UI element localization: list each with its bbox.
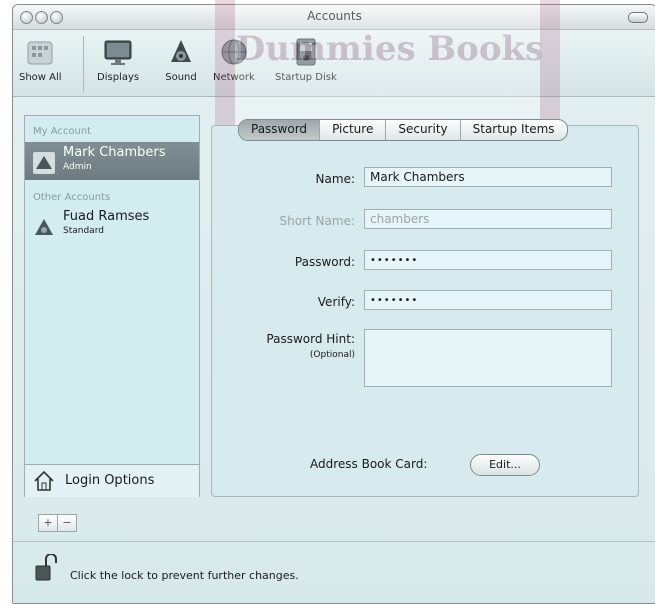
remove-account-button[interactable]: − bbox=[57, 514, 77, 532]
toolbar-separator bbox=[83, 36, 84, 92]
network-label: Network bbox=[213, 72, 255, 83]
account-fuad-ramses[interactable]: Fuad Ramses Standard bbox=[25, 206, 199, 244]
window-title: Accounts bbox=[307, 9, 362, 23]
tab-password[interactable]: Password bbox=[239, 120, 321, 140]
account-mark-chambers[interactable]: Mark Chambers Admin bbox=[25, 142, 199, 180]
short-name-field: chambers bbox=[364, 209, 612, 229]
add-account-button[interactable]: + bbox=[38, 514, 58, 532]
login-options-label: Login Options bbox=[65, 473, 155, 488]
user-picture-icon bbox=[33, 152, 55, 174]
footer-divider bbox=[12, 541, 655, 542]
verify-label: Verify: bbox=[317, 295, 355, 309]
toolbar-toggle-button[interactable] bbox=[628, 12, 648, 23]
lock-status-text: Click the lock to prevent further change… bbox=[70, 569, 299, 582]
name-label: Name: bbox=[315, 172, 355, 186]
account-role: Standard bbox=[63, 226, 104, 236]
password-hint-field[interactable] bbox=[364, 329, 612, 387]
show-all-button[interactable]: Show All bbox=[19, 36, 62, 83]
sound-label: Sound bbox=[165, 72, 197, 83]
house-icon bbox=[34, 470, 54, 491]
toolbar-network-button[interactable]: Network bbox=[213, 36, 255, 83]
show-all-icon bbox=[27, 41, 53, 65]
accounts-list: My Account Mark Chambers Admin Other Acc… bbox=[24, 115, 200, 497]
login-options-button[interactable]: Login Options bbox=[25, 464, 199, 497]
displays-label: Displays bbox=[97, 72, 140, 83]
address-book-card-label: Address Book Card: bbox=[310, 457, 428, 471]
title-bar: Accounts bbox=[13, 5, 655, 30]
other-accounts-header: Other Accounts bbox=[33, 192, 111, 203]
account-name: Mark Chambers bbox=[63, 145, 166, 160]
speaker-icon bbox=[171, 40, 191, 62]
toolbar-displays-button[interactable]: Displays bbox=[97, 36, 139, 83]
my-account-header: My Account bbox=[33, 126, 92, 137]
show-all-label: Show All bbox=[19, 72, 62, 83]
account-name: Fuad Ramses bbox=[63, 209, 150, 224]
password-field[interactable]: ••••••• bbox=[364, 250, 612, 270]
tab-picture[interactable]: Picture bbox=[320, 120, 387, 140]
unlocked-lock-icon[interactable] bbox=[35, 554, 57, 582]
user-picture-icon bbox=[35, 219, 53, 235]
startup-disk-label: Startup Disk bbox=[275, 72, 337, 83]
password-hint-optional-label: (Optional) bbox=[309, 350, 355, 360]
toolbar-sound-button[interactable]: Sound bbox=[165, 36, 197, 83]
password-hint-label: Password Hint: bbox=[266, 332, 355, 346]
tab-bar: Password Picture Security Startup Items bbox=[238, 119, 568, 141]
tab-startup-items[interactable]: Startup Items bbox=[461, 120, 567, 140]
toolbar: Show All Displays Sound Network Startup … bbox=[13, 30, 655, 97]
displays-icon bbox=[104, 40, 132, 65]
globe-icon bbox=[221, 39, 247, 65]
short-name-label: Short Name: bbox=[279, 214, 355, 228]
tab-security[interactable]: Security bbox=[386, 120, 461, 140]
edit-address-card-button[interactable]: Edit... bbox=[470, 454, 540, 476]
startup-disk-icon bbox=[296, 38, 316, 66]
toolbar-startup-disk-button[interactable]: Startup Disk bbox=[275, 36, 337, 83]
account-role: Admin bbox=[63, 162, 92, 172]
verify-field[interactable]: ••••••• bbox=[364, 290, 612, 310]
name-field[interactable]: Mark Chambers bbox=[364, 167, 612, 187]
password-label: Password: bbox=[294, 255, 355, 269]
